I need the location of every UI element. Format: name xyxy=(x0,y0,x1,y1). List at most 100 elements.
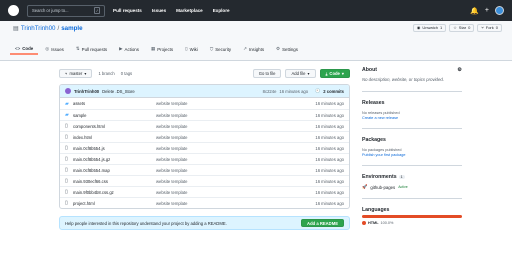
table-row: ▰ sample website template 16 minutes ago xyxy=(60,109,349,120)
file-name[interactable]: components.html xyxy=(73,124,156,129)
repo-name-link[interactable]: sample xyxy=(61,25,82,32)
go-to-file-button[interactable]: Go to file xyxy=(252,68,282,78)
about-title: About xyxy=(362,67,377,73)
table-row: ▯ main.0cf8b554.js.gz website template 1… xyxy=(60,153,349,164)
language-color-dot xyxy=(362,221,366,225)
create-release-link[interactable]: Create a new release xyxy=(362,116,462,120)
file-icon: ▯ xyxy=(65,134,68,140)
search-input[interactable]: Search or jump to... / xyxy=(27,4,105,17)
branch-select[interactable]: ⑂ master ▾ xyxy=(59,68,93,78)
file-commit-message[interactable]: website template xyxy=(156,135,294,140)
table-row: ▯ main.0cf8b554.map website template 16 … xyxy=(60,164,349,175)
file-name[interactable]: main.9f0bb4b8.css.gz xyxy=(73,190,156,195)
watch-count: 1 xyxy=(439,25,443,30)
file-name[interactable]: assets xyxy=(73,101,156,106)
releases-title[interactable]: Releases xyxy=(362,100,462,106)
download-icon: ⤓ xyxy=(325,70,328,76)
repo-owner-link[interactable]: TrinhTrinh00 xyxy=(21,25,56,32)
gear-icon[interactable]: ⚙ xyxy=(457,67,462,73)
avatar[interactable] xyxy=(495,6,504,15)
file-commit-message[interactable]: website template xyxy=(156,113,294,118)
file-name[interactable]: sample xyxy=(73,113,156,118)
file-name[interactable]: index.html xyxy=(73,135,156,140)
file-commit-message[interactable]: website template xyxy=(156,168,294,173)
about-section: About ⚙ No description, website, or topic… xyxy=(362,67,462,92)
eye-icon: ◉ xyxy=(416,25,421,30)
add-file-button[interactable]: Add file ▾ xyxy=(285,68,316,78)
chevron-down-icon: ▾ xyxy=(307,70,310,76)
plus-icon[interactable]: + xyxy=(485,7,489,14)
file-commit-message[interactable]: website template xyxy=(156,201,294,206)
add-readme-button[interactable]: Add a README xyxy=(301,219,344,227)
file-toolbar: ⑂ master ▾ 1 branch 0 tags Go to file Add … xyxy=(59,67,350,79)
readme-banner: Help people interested in this repositor… xyxy=(59,216,350,230)
code-button[interactable]: ⤓ Code ▾ xyxy=(319,68,350,78)
repo-title: ▤ TrinhTrinh00 / sample xyxy=(13,25,83,32)
file-commit-message[interactable]: website template xyxy=(156,101,294,106)
file-name[interactable]: main.0cf8b554.map xyxy=(73,168,156,173)
tags-link[interactable]: 0 tags xyxy=(121,71,132,76)
star-label: Star xyxy=(458,25,467,30)
environment-item[interactable]: 🚀 github-pages Active xyxy=(362,184,462,190)
file-commit-message[interactable]: website template xyxy=(156,146,294,151)
file-commit-message[interactable]: website template xyxy=(156,190,294,195)
file-age: 16 minutes ago xyxy=(315,112,344,118)
branch-label: master xyxy=(69,70,83,76)
tab-actions-label: Actions xyxy=(124,46,139,52)
file-name[interactable]: main.930ecf66.css xyxy=(73,179,156,184)
tab-actions[interactable]: ▶ Actions xyxy=(114,43,144,55)
file-commit-message[interactable]: website template xyxy=(156,157,294,162)
tab-pull-requests[interactable]: ⇅ Pull requests xyxy=(71,43,112,55)
tab-settings[interactable]: ⚙ Settings xyxy=(271,43,303,55)
file-age: 16 minutes ago xyxy=(315,156,344,162)
file-commit-message[interactable]: website template xyxy=(156,179,294,184)
file-icon: ▯ xyxy=(65,123,68,129)
commit-author[interactable]: TrinhTrinh00 xyxy=(74,89,99,94)
repo-header: ▤ TrinhTrinh00 / sample ◉ Unwatch 1 ☆ Star 0… xyxy=(0,21,512,61)
star-button[interactable]: ☆ Star 0 xyxy=(449,24,475,32)
nav-issues[interactable]: Issues xyxy=(152,8,166,13)
file-age: 16 minutes ago xyxy=(315,167,344,173)
packages-title[interactable]: Packages xyxy=(362,137,462,143)
avatar[interactable] xyxy=(65,88,71,94)
graph-icon: ↗ xyxy=(243,46,247,51)
languages-title: Languages xyxy=(362,207,390,213)
tab-insights[interactable]: ↗ Insights xyxy=(238,43,269,55)
file-commit-message[interactable]: website template xyxy=(156,124,294,129)
tab-security[interactable]: ⛉ Security xyxy=(205,43,236,55)
environments-section: Environments 1 🚀 github-pages Active xyxy=(362,174,462,199)
tab-projects[interactable]: ▦ Projects xyxy=(146,43,178,55)
nav-pull-requests[interactable]: Pull requests xyxy=(113,8,142,13)
github-logo-icon[interactable] xyxy=(8,5,19,16)
code-icon: <> xyxy=(15,45,21,51)
bell-icon[interactable]: 🔔 xyxy=(470,7,479,15)
watch-button[interactable]: ◉ Unwatch 1 xyxy=(412,24,447,32)
language-item[interactable]: HTML 100.0% xyxy=(362,221,462,225)
nav-marketplace[interactable]: Marketplace xyxy=(176,8,203,13)
repo-title-separator: / xyxy=(57,25,60,32)
packages-section: Packages No packages published Publish y… xyxy=(362,137,462,166)
tab-issues[interactable]: ◎ Issues xyxy=(40,43,69,55)
environments-title[interactable]: Environments 1 xyxy=(362,174,405,180)
file-age: 16 minutes ago xyxy=(315,189,344,195)
file-icon: ▯ xyxy=(65,178,68,184)
file-name[interactable]: project.html xyxy=(73,201,156,206)
fork-button[interactable]: ⑂ Fork 0 xyxy=(477,24,502,32)
file-name[interactable]: main.0cf8b554.js.gz xyxy=(73,157,156,162)
commits-link[interactable]: 2 commits xyxy=(323,89,344,94)
tab-security-label: Security xyxy=(215,46,232,52)
publish-package-link[interactable]: Publish your first package xyxy=(362,153,462,157)
language-bar xyxy=(362,215,462,218)
branches-link[interactable]: 1 branch xyxy=(98,71,114,76)
file-name[interactable]: main.0cf8b554.js xyxy=(73,146,156,151)
slash-key-hint: / xyxy=(94,6,100,14)
tab-code[interactable]: <> Code xyxy=(10,43,39,55)
commit-message[interactable]: Delete .DS_Store xyxy=(102,89,135,94)
star-icon: ☆ xyxy=(453,25,457,30)
nav-explore[interactable]: Explore xyxy=(213,8,230,13)
languages-section: Languages HTML 100.0% xyxy=(362,207,462,225)
tab-wiki-label: Wiki xyxy=(189,46,198,52)
commit-hash[interactable]: 8c224e xyxy=(263,89,277,94)
table-row: ▯ main.9f0bb4b8.css.gz website template … xyxy=(60,186,349,197)
tab-wiki[interactable]: ▯ Wiki xyxy=(180,43,203,55)
